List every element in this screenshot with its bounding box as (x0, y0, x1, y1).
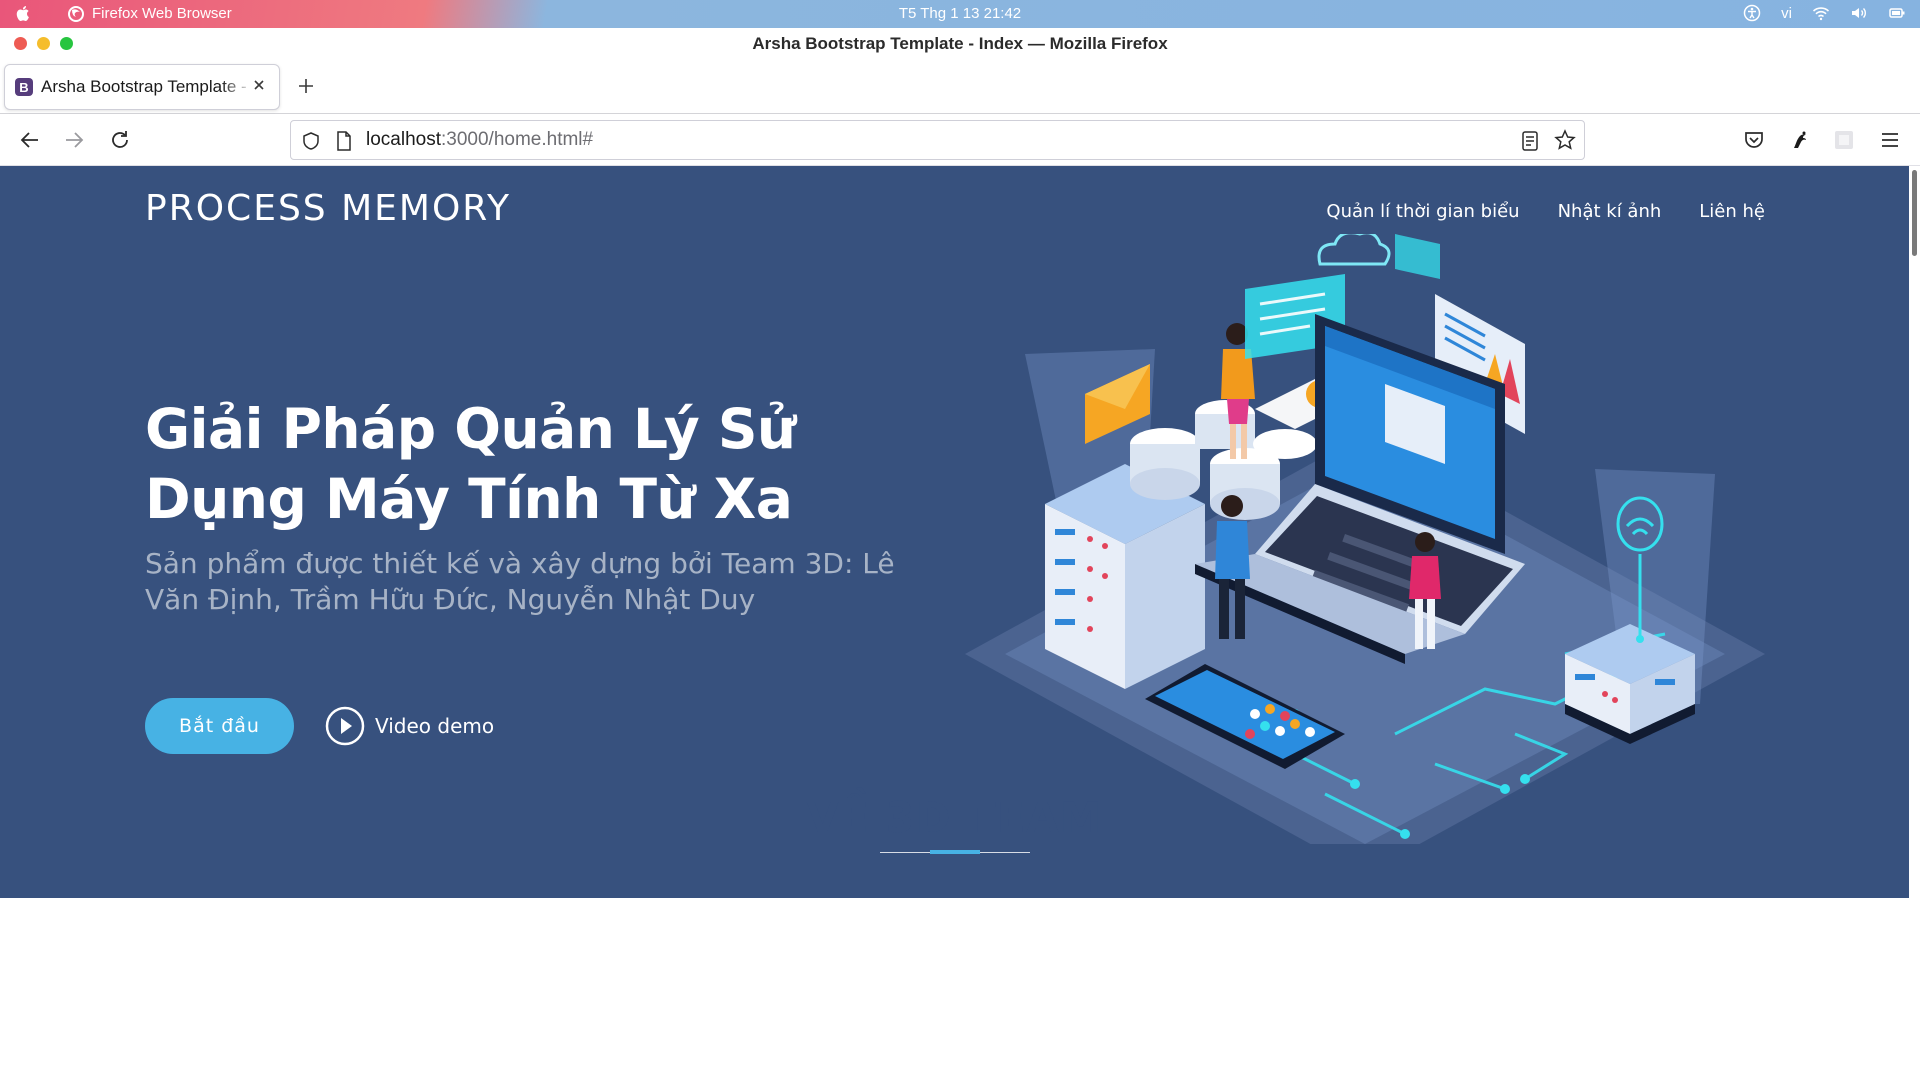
battery-icon[interactable] (1888, 4, 1906, 22)
window-titlebar: Arsha Bootstrap Template - Index — Mozil… (0, 28, 1920, 60)
forward-icon[interactable] (62, 128, 86, 152)
tab-label: Arsha Bootstrap Template - Index (41, 77, 253, 96)
close-icon[interactable] (251, 77, 267, 93)
profile-icon[interactable] (1832, 128, 1856, 152)
video-demo-button[interactable]: Video demo (325, 706, 494, 746)
about-title-accent (930, 850, 980, 854)
page-scrollbar[interactable] (1909, 166, 1920, 1080)
input-language[interactable]: vi (1781, 5, 1792, 22)
page-viewport: PROCESS MEMORY Quản lí thời gian biểu Nh… (0, 166, 1920, 1080)
site-nav: Quản lí thời gian biểu Nhật kí ảnh Liên … (1326, 201, 1765, 222)
hero-illustration (965, 234, 1765, 844)
shield-icon[interactable] (301, 131, 321, 151)
nav-link-schedule[interactable]: Quản lí thời gian biểu (1326, 201, 1519, 222)
video-demo-label: Video demo (375, 714, 495, 738)
scrollbar-thumb[interactable] (1912, 170, 1917, 256)
hero-subtitle: Sản phẩm được thiết kế và xây dựng bởi T… (145, 547, 895, 616)
plus-icon[interactable] (296, 76, 316, 96)
wifi-icon[interactable] (1812, 4, 1830, 22)
url-text[interactable]: localhost:3000/home.html# (366, 129, 593, 151)
volume-icon[interactable] (1850, 4, 1868, 22)
nav-link-photo-diary[interactable]: Nhật kí ảnh (1558, 201, 1662, 222)
url-host: localhost (366, 129, 441, 150)
tab-strip: B Arsha Bootstrap Template - Index (0, 60, 1920, 114)
star-icon[interactable] (1554, 129, 1576, 151)
reader-view-icon[interactable] (1520, 130, 1540, 152)
accessibility-icon[interactable] (1743, 4, 1761, 22)
page-icon[interactable] (335, 131, 353, 151)
pocket-icon[interactable] (1742, 128, 1766, 152)
nav-link-contact[interactable]: Liên hệ (1699, 201, 1765, 222)
os-top-bar: Firefox Web Browser T5 Thg 1 13 21:42 vi (0, 0, 1920, 28)
extension-icon[interactable] (1788, 128, 1812, 152)
play-icon (325, 706, 365, 746)
url-bar[interactable]: localhost:3000/home.html# (290, 120, 1585, 160)
window-title: Arsha Bootstrap Template - Index — Mozil… (752, 34, 1168, 53)
get-started-button[interactable]: Bắt đầu (145, 698, 294, 754)
hero-section: PROCESS MEMORY Quản lí thời gian biểu Nh… (0, 166, 1909, 898)
menu-icon[interactable] (1878, 128, 1902, 152)
system-tray: vi (1743, 4, 1906, 22)
url-path: :3000/home.html# (441, 129, 594, 150)
back-icon[interactable] (18, 128, 42, 152)
hero-title: Giải Pháp Quản Lý Sử Dụng Máy Tính Từ Xa (145, 397, 796, 531)
system-clock[interactable]: T5 Thg 1 13 21:42 (0, 5, 1920, 22)
tab-active[interactable]: B Arsha Bootstrap Template - Index (4, 64, 280, 110)
about-section-title: VỀ 3D TEAM (806, 793, 1103, 842)
tab-favicon: B (15, 78, 33, 96)
navigation-toolbar: localhost:3000/home.html# (0, 114, 1920, 166)
reload-icon[interactable] (108, 128, 132, 152)
site-logo[interactable]: PROCESS MEMORY (145, 188, 511, 229)
